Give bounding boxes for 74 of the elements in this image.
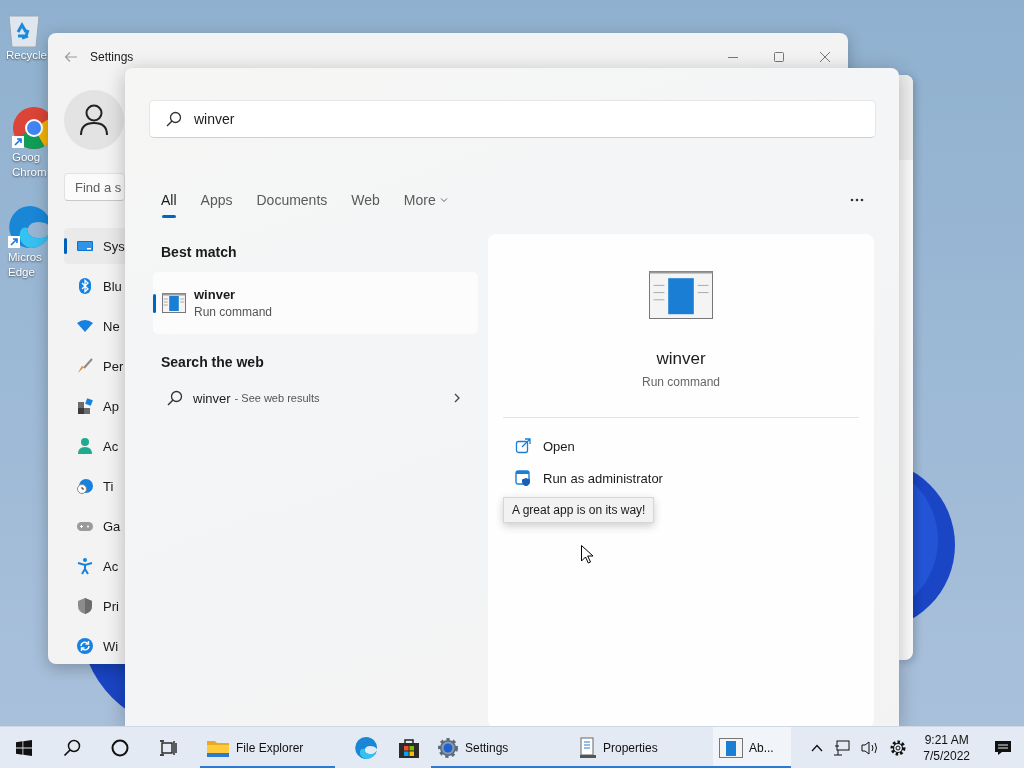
apps-icon [76,397,94,415]
back-arrow-icon [64,51,78,63]
app-window-icon [162,293,186,313]
shield-window-icon [515,470,531,486]
sync-icon [76,637,94,655]
clock-icon [76,477,94,495]
sidebar-item[interactable]: Ac [64,548,125,584]
notification-icon [994,739,1012,756]
search-icon [166,111,182,127]
action-item[interactable]: Run as administrator [515,462,874,494]
chevron-down-icon [439,197,448,203]
chevron-right-icon [454,393,460,403]
shopping-bag-icon [398,736,420,759]
person-icon [76,437,94,455]
bluetooth-icon [76,277,94,295]
sidebar-item[interactable]: Blu [64,268,125,304]
document-list-icon [579,736,597,759]
sidebar-item[interactable]: Ac [64,428,125,464]
app-title: winver [656,349,706,369]
sidebar-item[interactable]: Pri [64,588,125,624]
icon-label: Edge [8,265,35,280]
chevron-up-icon [811,743,824,752]
volume-icon [861,739,880,756]
sidebar-item[interactable]: Per [64,348,125,384]
gear-icon [437,736,459,759]
app-window-icon [719,737,743,758]
sidebar-item[interactable]: Sys [64,228,125,264]
maximize-icon [774,52,784,62]
windows-logo-icon [16,739,32,756]
taskbar-button[interactable]: Properties [573,727,713,768]
icon-label: Recycle [6,48,47,63]
clock[interactable]: 9:21 AM 7/5/2022 [923,731,970,764]
window-title: Settings [90,50,134,64]
search-field[interactable]: winver [149,100,876,138]
search-icon [63,738,81,757]
icon-label: Goog [12,150,41,165]
tab[interactable]: Documents [256,186,328,214]
network-icon [833,739,852,756]
sidebar-item[interactable]: Ga [64,508,125,544]
person-icon [80,104,108,136]
circle-icon [111,738,129,757]
brush-icon [76,357,94,375]
tab[interactable]: Web [351,186,380,214]
action-item[interactable]: Open [515,430,874,462]
cursor-icon [581,545,593,564]
result-item[interactable]: winver Run command [153,272,478,334]
icon-label: Chrom [12,165,47,180]
browser-icon [354,735,378,760]
task-view-icon [159,739,177,756]
sidebar-item[interactable]: Ne [64,308,125,344]
search-field[interactable]: Find a s [64,173,125,201]
sidebar-item[interactable]: Ti [64,468,125,504]
section-heading: Best match [160,244,237,260]
sidebar-item[interactable]: Ap [64,388,125,424]
section-heading: Search the web [160,354,264,370]
taskbar-button[interactable]: Ab... [713,727,791,768]
close-icon [820,52,830,62]
more-options-icon[interactable] [850,198,864,202]
accessibility-icon [76,557,94,575]
tooltip: A great app is on its way! [503,497,655,523]
shield-icon [76,597,94,615]
settings-icon [889,738,908,757]
web-results-hint: - See web results [234,392,320,404]
open-external-icon [515,438,531,454]
app-subtitle: Run command [641,375,720,389]
taskbar-button[interactable]: File Explorer [200,727,335,768]
tab[interactable]: More [403,186,448,214]
taskbar-button[interactable]: Settings [431,727,573,768]
app-window-icon [649,271,713,319]
sidebar-item[interactable]: Wi [64,628,125,664]
icon-label: Micros [8,250,42,265]
search-icon [167,390,183,406]
tab[interactable]: Apps [200,186,233,214]
web-search-link[interactable]: winver [193,390,231,406]
